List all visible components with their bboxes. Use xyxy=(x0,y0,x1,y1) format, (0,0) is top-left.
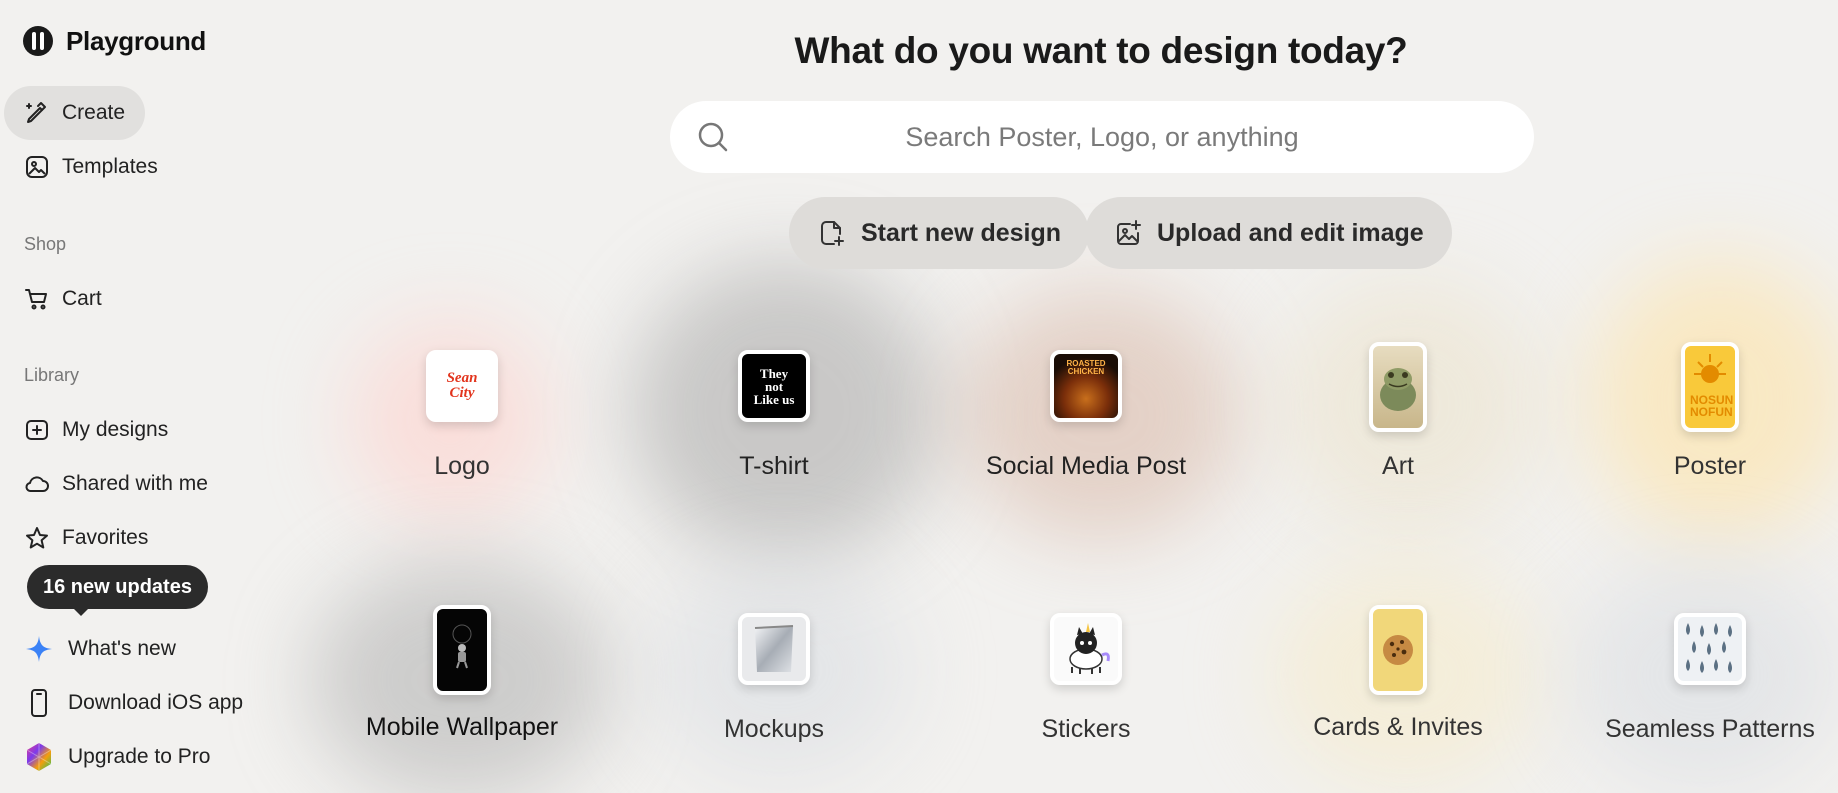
toad-figure-icon xyxy=(1380,368,1416,411)
sidebar-item-create[interactable]: Create xyxy=(4,86,146,140)
social-post-thumbnail: ROASTED CHICKEN xyxy=(1050,350,1122,422)
sidebar-item-templates[interactable]: Templates xyxy=(4,140,178,194)
section-label-shop: Shop xyxy=(24,234,67,254)
image-template-icon xyxy=(26,156,48,178)
category-logo[interactable]: Sean City Logo xyxy=(317,350,607,481)
logo-thumbnail: Sean City xyxy=(426,350,498,422)
wallpaper-thumbnail xyxy=(433,605,491,695)
category-label: Stickers xyxy=(1041,715,1131,743)
sidebar-item-favorites[interactable]: Favorites xyxy=(4,511,168,565)
patterns-thumbnail xyxy=(1674,613,1746,685)
thumbnail-text: ROASTED CHICKEN xyxy=(1066,359,1106,376)
sidebar-item-label: Cart xyxy=(62,287,102,310)
sidebar-item-label: Templates xyxy=(62,155,158,178)
thumbnail-text: They not Like us xyxy=(753,365,795,407)
sidebar-item-cart[interactable]: Cart xyxy=(4,272,122,326)
category-mobile-wallpaper[interactable]: Mobile Wallpaper xyxy=(317,605,607,742)
sidebar-item-label: What's new xyxy=(68,637,176,660)
sidebar: Playground Create Templates Shop Cart Li… xyxy=(0,0,290,793)
astronaut-icon xyxy=(452,624,472,669)
pen-sparkle-icon xyxy=(26,102,46,123)
search-input[interactable] xyxy=(670,101,1534,173)
button-label: Upload and edit image xyxy=(1157,218,1424,247)
updates-badge: 16 new updates xyxy=(27,565,208,616)
raindrop-pattern-icon xyxy=(1686,623,1732,673)
category-label: Social Media Post xyxy=(985,452,1187,480)
new-file-icon xyxy=(821,221,844,246)
search-icon xyxy=(698,122,728,152)
category-mockups[interactable]: Mockups xyxy=(629,613,919,744)
thumbnail-text: Sean City xyxy=(446,370,478,401)
sidebar-item-download-ios[interactable]: Download iOS app xyxy=(24,688,243,718)
sidebar-item-whats-new[interactable]: What's new xyxy=(24,634,176,664)
thumbnail-text: NOSUN NOFUN xyxy=(1690,393,1734,419)
category-label: Logo xyxy=(434,452,490,480)
page-title: What do you want to design today? xyxy=(794,30,1408,71)
stickers-thumbnail xyxy=(1050,613,1122,685)
brand-name: Playground xyxy=(66,25,207,56)
cookie-icon xyxy=(1383,635,1413,665)
sparkle-icon xyxy=(26,636,52,662)
poster-thumbnail: NOSUN NOFUN xyxy=(1681,342,1739,432)
category-art[interactable]: Art xyxy=(1253,342,1543,481)
folder-plus-icon xyxy=(26,420,48,440)
category-label: Poster xyxy=(1673,452,1747,480)
cloud-icon xyxy=(25,476,49,492)
category-stickers[interactable]: Stickers xyxy=(941,613,1231,744)
sidebar-item-upgrade[interactable]: Upgrade to Pro xyxy=(24,742,210,772)
category-social-media-post[interactable]: ROASTED CHICKEN Social Media Post xyxy=(941,350,1231,481)
sun-icon xyxy=(1694,354,1726,383)
unicorn-cat-icon xyxy=(1069,623,1110,674)
category-poster[interactable]: NOSUN NOFUN Poster xyxy=(1565,342,1838,481)
upload-edit-image-button[interactable]: Upload and edit image xyxy=(1085,197,1452,269)
sidebar-item-label: Create xyxy=(62,101,126,124)
sidebar-item-label: Upgrade to Pro xyxy=(68,745,211,768)
image-upload-icon xyxy=(1117,220,1141,245)
main-content: What do you want to design today? Start … xyxy=(290,0,1838,793)
category-label: Seamless Patterns xyxy=(1605,715,1815,743)
star-icon xyxy=(26,527,48,549)
playground-logo-icon xyxy=(23,26,53,56)
search-bar xyxy=(670,101,1534,173)
section-label-library: Library xyxy=(24,365,80,385)
sidebar-item-shared[interactable]: Shared with me xyxy=(4,457,228,511)
category-tshirt[interactable]: They not Like us T-shirt xyxy=(629,350,919,481)
category-label: Art xyxy=(1382,452,1414,480)
button-label: Start new design xyxy=(861,218,1062,247)
category-seamless-patterns[interactable]: Seamless Patterns xyxy=(1565,613,1838,744)
start-new-design-button[interactable]: Start new design xyxy=(789,197,1090,269)
category-label: Cards & Invites xyxy=(1313,713,1483,741)
sidebar-item-my-designs[interactable]: My designs xyxy=(4,403,188,457)
brand[interactable]: Playground xyxy=(22,25,206,57)
category-label: T-shirt xyxy=(739,452,809,480)
sidebar-item-label: Download iOS app xyxy=(68,691,244,714)
category-label: Mobile Wallpaper xyxy=(365,713,559,741)
phone-icon xyxy=(31,689,47,717)
cards-thumbnail xyxy=(1369,605,1427,695)
tshirt-thumbnail: They not Like us xyxy=(738,350,810,422)
category-cards-invites[interactable]: Cards & Invites xyxy=(1253,605,1543,742)
sidebar-item-label: Favorites xyxy=(62,526,149,549)
category-label: Mockups xyxy=(723,715,825,743)
foil-pouch-icon xyxy=(754,625,794,672)
art-thumbnail xyxy=(1369,342,1427,432)
mockups-thumbnail xyxy=(738,613,810,685)
cart-icon xyxy=(25,289,47,310)
upgrade-gem-icon xyxy=(26,743,52,771)
sidebar-item-label: My designs xyxy=(62,418,169,441)
sidebar-item-label: Shared with me xyxy=(62,472,208,495)
